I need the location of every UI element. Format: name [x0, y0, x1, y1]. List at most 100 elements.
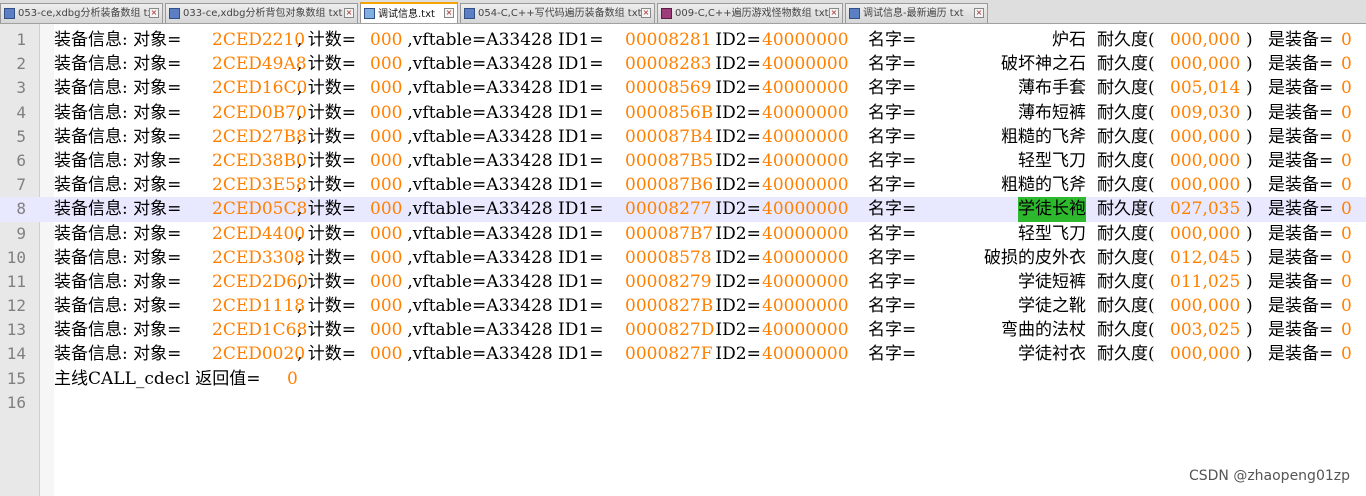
close-icon[interactable]: × — [641, 8, 651, 18]
editor-line[interactable]: 6 装备信息: 对象= 2CED38B0, 计数= 000 ,vftable=A334… — [0, 149, 1366, 173]
durability-label: 耐久度( — [1097, 271, 1155, 292]
count-label: , 计数= — [297, 199, 357, 220]
prefix-text: 装备信息: 对象= — [54, 78, 182, 99]
editor-line[interactable]: 3 装备信息: 对象= 2CED16C0, 计数= 000 ,vftable=A334… — [0, 76, 1366, 100]
object-address: 2CED1C68 — [212, 320, 308, 341]
line-number: 1 — [16, 30, 26, 49]
object-address: 2CED49A8 — [212, 54, 307, 75]
durability-close: ) — [1246, 247, 1253, 268]
tab-5[interactable]: 009-C,C++遍历游戏怪物数组 txt × — [657, 3, 843, 23]
durability-label: 耐久度( — [1097, 150, 1155, 171]
id2-label: ID2= — [710, 150, 761, 171]
prefix-text: 装备信息: 对象= — [54, 223, 182, 244]
item-name: 粗糙的飞斧 — [1001, 126, 1086, 147]
name-label: 名字= — [868, 320, 917, 341]
count-value: 000 — [370, 126, 403, 147]
id1-value: 00008569 — [625, 78, 712, 99]
equip-value: 0 — [1341, 78, 1352, 99]
prefix-text: 装备信息: 对象= — [54, 126, 182, 147]
file-icon — [849, 8, 860, 19]
prefix-text: 装备信息: 对象= — [54, 150, 182, 171]
id2-label: ID2= — [710, 320, 761, 341]
id2-value: 40000000 — [762, 126, 849, 147]
object-address: 2CED38B0 — [212, 150, 307, 171]
durability-close: ) — [1246, 271, 1253, 292]
count-label: , 计数= — [297, 344, 357, 365]
object-address: 2CED27B8 — [212, 126, 307, 147]
tab-label: 调试信息-最新遍历 txt — [863, 8, 964, 19]
durability-label: 耐久度( — [1097, 54, 1155, 75]
name-label: 名字= — [868, 30, 917, 50]
line-number: 6 — [16, 150, 26, 170]
close-icon[interactable]: × — [974, 8, 984, 18]
item-name: 薄布短裤 — [1018, 102, 1086, 123]
file-icon — [364, 8, 375, 19]
prefix-text: 装备信息: 对象= — [54, 175, 182, 196]
editor-line[interactable]: 12 装备信息: 对象= 2CED1118, 计数= 000 ,vftable=A33… — [0, 294, 1366, 318]
id1-value: 000087B5 — [625, 150, 714, 171]
tab-label: 053-ce,xdbg分析装备数组 txt — [18, 8, 158, 19]
file-icon — [169, 8, 180, 19]
tab-4[interactable]: 054-C,C++写代码遍历装备数组 txt × — [460, 3, 655, 23]
tab-2[interactable]: 033-ce,xdbg分析背包对象数组 txt × — [165, 3, 358, 23]
editor-line[interactable]: 10 装备信息: 对象= 2CED3308, 计数= 000 ,vftable=A33… — [0, 246, 1366, 270]
editor-line[interactable]: 13 装备信息: 对象= 2CED1C68, 计数= 000 ,vftable=A33… — [0, 318, 1366, 342]
item-name: 薄布手套 — [1018, 78, 1086, 99]
editor-line[interactable]: 9 装备信息: 对象= 2CED4400, 计数= 000 ,vftable=A334… — [0, 222, 1366, 246]
close-icon[interactable]: × — [344, 8, 354, 18]
close-icon[interactable]: × — [149, 8, 159, 18]
editor-line[interactable]: 1 装备信息: 对象= 2CED2210, 计数= 000 ,vftable=A334… — [0, 28, 1366, 52]
item-name: 轻型飞刀 — [1018, 150, 1086, 171]
id1-value: 00008283 — [625, 54, 712, 75]
editor-line[interactable]: 4 装备信息: 对象= 2CED0B70, 计数= 000 ,vftable=A334… — [0, 101, 1366, 125]
item-name: 炉石 — [1052, 30, 1086, 50]
name-label: 名字= — [868, 175, 917, 196]
id2-label: ID2= — [710, 296, 761, 317]
object-address: 2CED3E58 — [212, 175, 307, 196]
name-label: 名字= — [868, 247, 917, 268]
name-label: 名字= — [868, 54, 917, 75]
durability-value: 000,000 — [1170, 175, 1241, 196]
id2-value: 40000000 — [762, 78, 849, 99]
prefix-text: 装备信息: 对象= — [54, 54, 182, 75]
equip-label: 是装备= — [1268, 247, 1334, 268]
name-label: 名字= — [868, 78, 917, 99]
editor-line[interactable]: 11 装备信息: 对象= 2CED2D60, 计数= 000 ,vftable=A33… — [0, 270, 1366, 294]
count-label: , 计数= — [297, 320, 357, 341]
vftable-text: ,vftable=A33428 ID1= — [402, 344, 604, 365]
editor-line[interactable]: 7 装备信息: 对象= 2CED3E58, 计数= 000 ,vftable=A334… — [0, 173, 1366, 197]
text-editor[interactable]: 1 装备信息: 对象= 2CED2210, 计数= 000 ,vftable=A334… — [0, 28, 1366, 415]
editor-line[interactable]: 2 装备信息: 对象= 2CED49A8, 计数= 000 ,vftable=A334… — [0, 52, 1366, 76]
editor-line[interactable]: 16 — [0, 391, 1366, 415]
item-name: 学徒之靴 — [1018, 296, 1086, 317]
equip-label: 是装备= — [1268, 223, 1334, 244]
editor-line[interactable]: 8 装备信息: 对象= 2CED05C8, 计数= 000 ,vftable=A334… — [0, 197, 1366, 222]
durability-label: 耐久度( — [1097, 30, 1155, 50]
editor-line[interactable]: 5 装备信息: 对象= 2CED27B8, 计数= 000 ,vftable=A334… — [0, 125, 1366, 149]
tab-6[interactable]: 调试信息-最新遍历 txt × — [845, 3, 988, 23]
equip-value: 0 — [1341, 271, 1352, 292]
equip-value: 0 — [1341, 320, 1352, 341]
vftable-text: ,vftable=A33428 ID1= — [402, 54, 604, 75]
line-number: 7 — [16, 175, 26, 195]
prefix-text: 装备信息: 对象= — [54, 30, 182, 50]
equip-label: 是装备= — [1268, 175, 1334, 196]
line-number: 9 — [16, 223, 26, 243]
item-name: 粗糙的飞斧 — [1001, 175, 1086, 196]
count-label: , 计数= — [297, 296, 357, 317]
tab-3[interactable]: 调试信息.txt × — [360, 2, 458, 23]
close-icon[interactable]: × — [829, 8, 839, 18]
durability-value: 009,030 — [1170, 102, 1241, 123]
durability-label: 耐久度( — [1097, 175, 1155, 196]
item-name: 学徒短裤 — [1018, 271, 1086, 292]
line-number: 13 — [6, 320, 26, 340]
id2-label: ID2= — [710, 102, 761, 123]
editor-line[interactable]: 14 装备信息: 对象= 2CED0020, 计数= 000 ,vftable=A33… — [0, 342, 1366, 366]
durability-label: 耐久度( — [1097, 199, 1155, 220]
tab-1[interactable]: 053-ce,xdbg分析装备数组 txt × — [0, 3, 163, 23]
editor-line[interactable]: 15 主线CALL_cdecl 返回值= 0 — [0, 367, 1366, 391]
count-label: , 计数= — [297, 126, 357, 147]
prefix-text: 装备信息: 对象= — [54, 247, 182, 268]
close-icon[interactable]: × — [444, 8, 454, 18]
name-label: 名字= — [868, 126, 917, 147]
